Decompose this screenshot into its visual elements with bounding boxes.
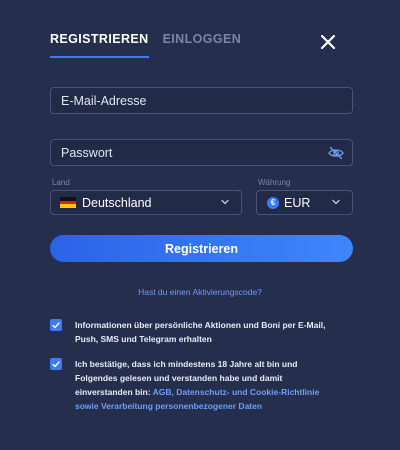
consent-terms-row: Ich bestätige, dass ich mindestens 18 Ja… [50,357,360,413]
activation-code-link[interactable]: Hast du einen Aktivierungscode? [0,287,400,297]
tab-login[interactable]: EINLOGGEN [163,32,242,58]
data-processing-link[interactable]: sowie Verarbeitung personenbezogener Dat… [75,399,319,413]
email-input[interactable] [51,88,352,113]
email-field[interactable] [50,87,353,114]
country-value: Deutschland [82,195,152,210]
registration-modal: REGISTRIEREN EINLOGGEN Land Deutschland [0,0,400,450]
terms-link[interactable]: AGB, Datenschutz- und Cookie-Richtlinie [153,387,320,397]
consent-marketing-checkbox[interactable] [50,319,62,331]
consent-marketing-text: Informationen über persönliche Aktionen … [75,320,326,344]
country-label: Land [52,178,70,187]
euro-icon: € [267,196,279,209]
consent-marketing-row: Informationen über persönliche Aktionen … [50,318,360,346]
password-field[interactable] [50,139,353,166]
currency-value: EUR [284,195,311,210]
auth-tabs: REGISTRIEREN EINLOGGEN [50,32,241,58]
register-button[interactable]: Registrieren [50,235,353,262]
chevron-down-icon [221,199,229,205]
country-select[interactable]: Deutschland [50,190,242,215]
password-input[interactable] [51,140,352,165]
tab-register[interactable]: REGISTRIEREN [50,32,149,58]
germany-flag-icon [60,197,76,209]
consent-terms-checkbox[interactable] [50,358,62,370]
consent-terms-text: Ich bestätige, dass ich mindestens 18 Ja… [75,359,320,413]
close-icon[interactable] [318,32,338,52]
currency-select[interactable]: € EUR [256,190,353,215]
currency-label: Währung [258,178,291,187]
eye-slash-icon[interactable] [328,146,344,160]
chevron-down-icon [332,199,340,205]
